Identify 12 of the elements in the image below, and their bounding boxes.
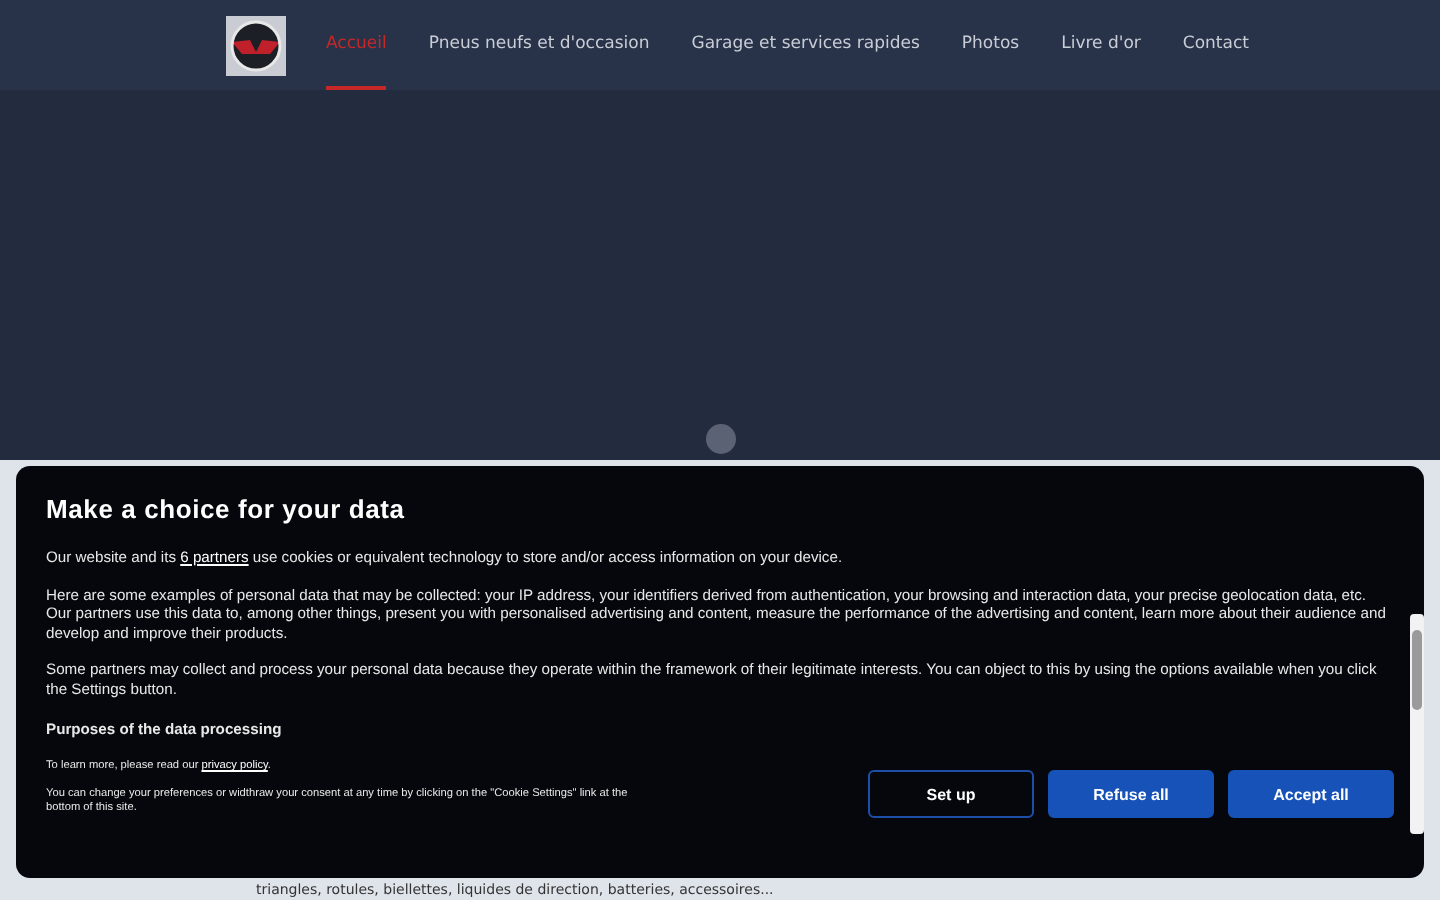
nav-link[interactable]: Garage et services rapides (691, 0, 920, 90)
consent-button[interactable]: Refuse all (1048, 770, 1214, 819)
consent-button[interactable]: Set up (868, 770, 1034, 819)
carousel-dot[interactable] (705, 424, 735, 454)
dialog-title: Make a choice for your data (46, 494, 407, 524)
logo-icon[interactable] (226, 15, 286, 75)
scrollbar[interactable] (1410, 614, 1424, 834)
nav-link[interactable]: Pneus neufs et d'occasion (428, 0, 650, 90)
nav-link[interactable]: Contact (1182, 0, 1249, 90)
nav-link[interactable]: Photos (961, 0, 1020, 90)
consent-button[interactable]: Accept all (1228, 770, 1394, 819)
nav-link[interactable]: Livre d'or (1061, 0, 1141, 90)
